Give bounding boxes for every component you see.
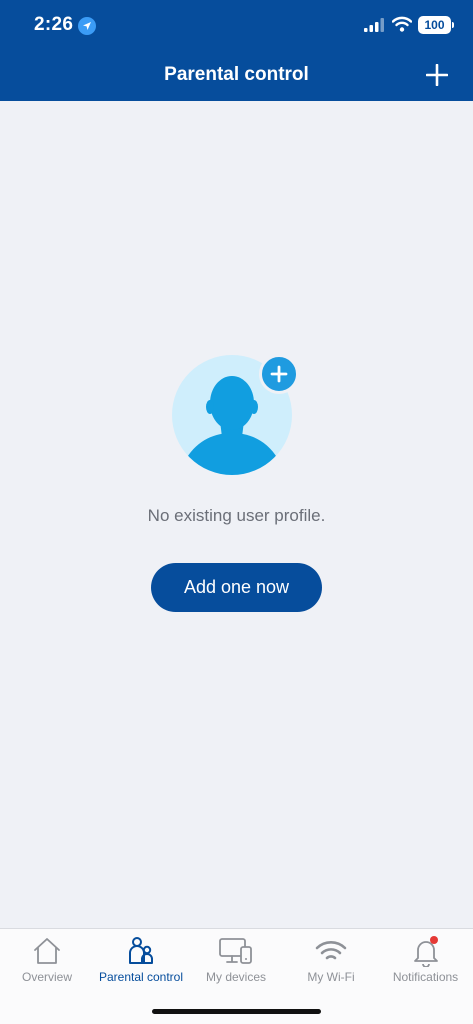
tab-label: My Wi-Fi — [307, 970, 355, 984]
home-icon — [34, 938, 60, 964]
wifi-status-icon — [392, 16, 412, 32]
battery-indicator: 100 — [418, 16, 454, 34]
add-avatar-badge[interactable] — [259, 354, 299, 394]
devices-icon — [219, 938, 252, 964]
empty-state-message: No existing user profile. — [147, 506, 326, 525]
tab-label: Notifications — [392, 970, 459, 984]
home-indicator — [152, 1009, 321, 1014]
status-time: 2:26 — [34, 14, 74, 35]
bell-icon — [413, 936, 438, 967]
tab-overview[interactable]: Overview — [0, 929, 94, 999]
tab-label: Overview — [21, 970, 72, 984]
tab-label: My devices — [205, 970, 267, 984]
family-icon — [129, 937, 153, 964]
plus-icon — [270, 365, 288, 383]
page-title: Parental control — [164, 64, 309, 85]
add-profile-icon[interactable] — [426, 64, 448, 86]
notification-badge — [429, 936, 438, 944]
add-profile-button[interactable]: Add one now — [151, 563, 322, 612]
tab-label: Parental control — [98, 970, 184, 984]
cellular-signal-icon — [364, 18, 384, 32]
tab-notifications[interactable]: Notifications — [378, 929, 473, 999]
tab-my-wifi[interactable]: My Wi-Fi — [284, 929, 378, 999]
wifi-icon — [315, 941, 347, 960]
tab-parental-control[interactable]: Parental control — [94, 929, 188, 999]
location-icon — [78, 17, 96, 35]
tab-my-devices[interactable]: My devices — [188, 929, 284, 999]
